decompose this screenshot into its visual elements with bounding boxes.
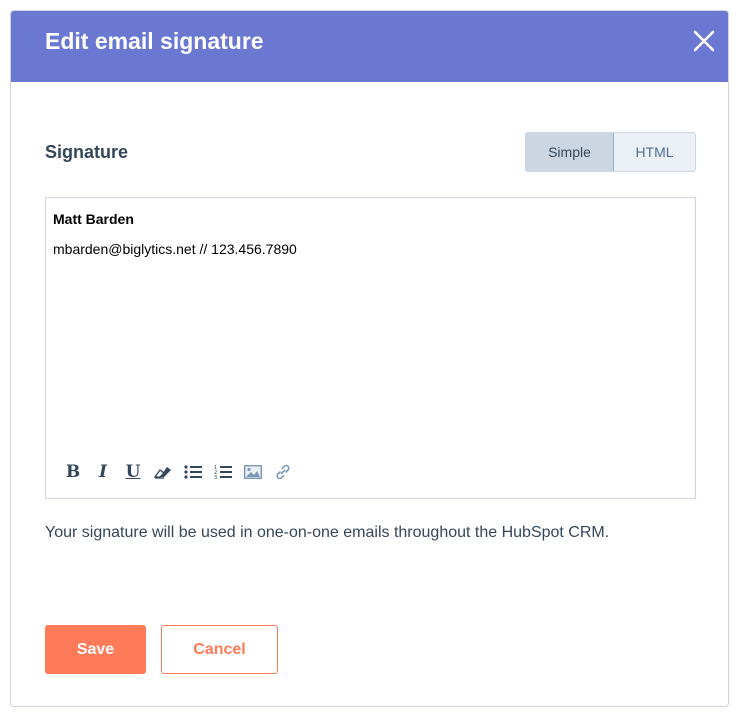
signature-label: Signature <box>45 142 129 162</box>
link-icon[interactable] <box>268 460 298 484</box>
save-button[interactable]: Save <box>45 625 146 674</box>
formatting-toolbar: B I U 1 2 3 <box>58 460 298 484</box>
underline-icon[interactable]: U <box>118 460 148 484</box>
signature-contact-text: mbarden@biglytics.net // 123.456.7890 <box>53 241 297 257</box>
cancel-button[interactable]: Cancel <box>161 625 278 674</box>
italic-icon[interactable]: I <box>88 460 118 484</box>
bulleted-list-icon[interactable] <box>178 460 208 484</box>
edit-signature-dialog: Edit email signature Signature Simple HT… <box>10 10 729 707</box>
image-icon[interactable] <box>238 460 268 484</box>
close-icon[interactable] <box>690 27 718 55</box>
bold-icon[interactable]: B <box>58 460 88 484</box>
svg-text:3: 3 <box>214 475 217 480</box>
editor-mode-toggle: Simple HTML <box>525 132 696 172</box>
dialog-title: Edit email signature <box>45 28 264 54</box>
numbered-list-icon[interactable]: 1 2 3 <box>208 460 238 484</box>
html-mode-button[interactable]: HTML <box>614 133 695 171</box>
signature-helper-text: Your signature will be used in one-on-on… <box>45 524 610 541</box>
signature-editor[interactable]: Matt Barden mbarden@biglytics.net // 123… <box>45 197 696 499</box>
signature-name-text: Matt Barden <box>53 211 134 227</box>
eraser-icon[interactable] <box>148 460 178 484</box>
dialog-header: Edit email signature <box>11 11 728 82</box>
simple-mode-button[interactable]: Simple <box>526 133 614 171</box>
